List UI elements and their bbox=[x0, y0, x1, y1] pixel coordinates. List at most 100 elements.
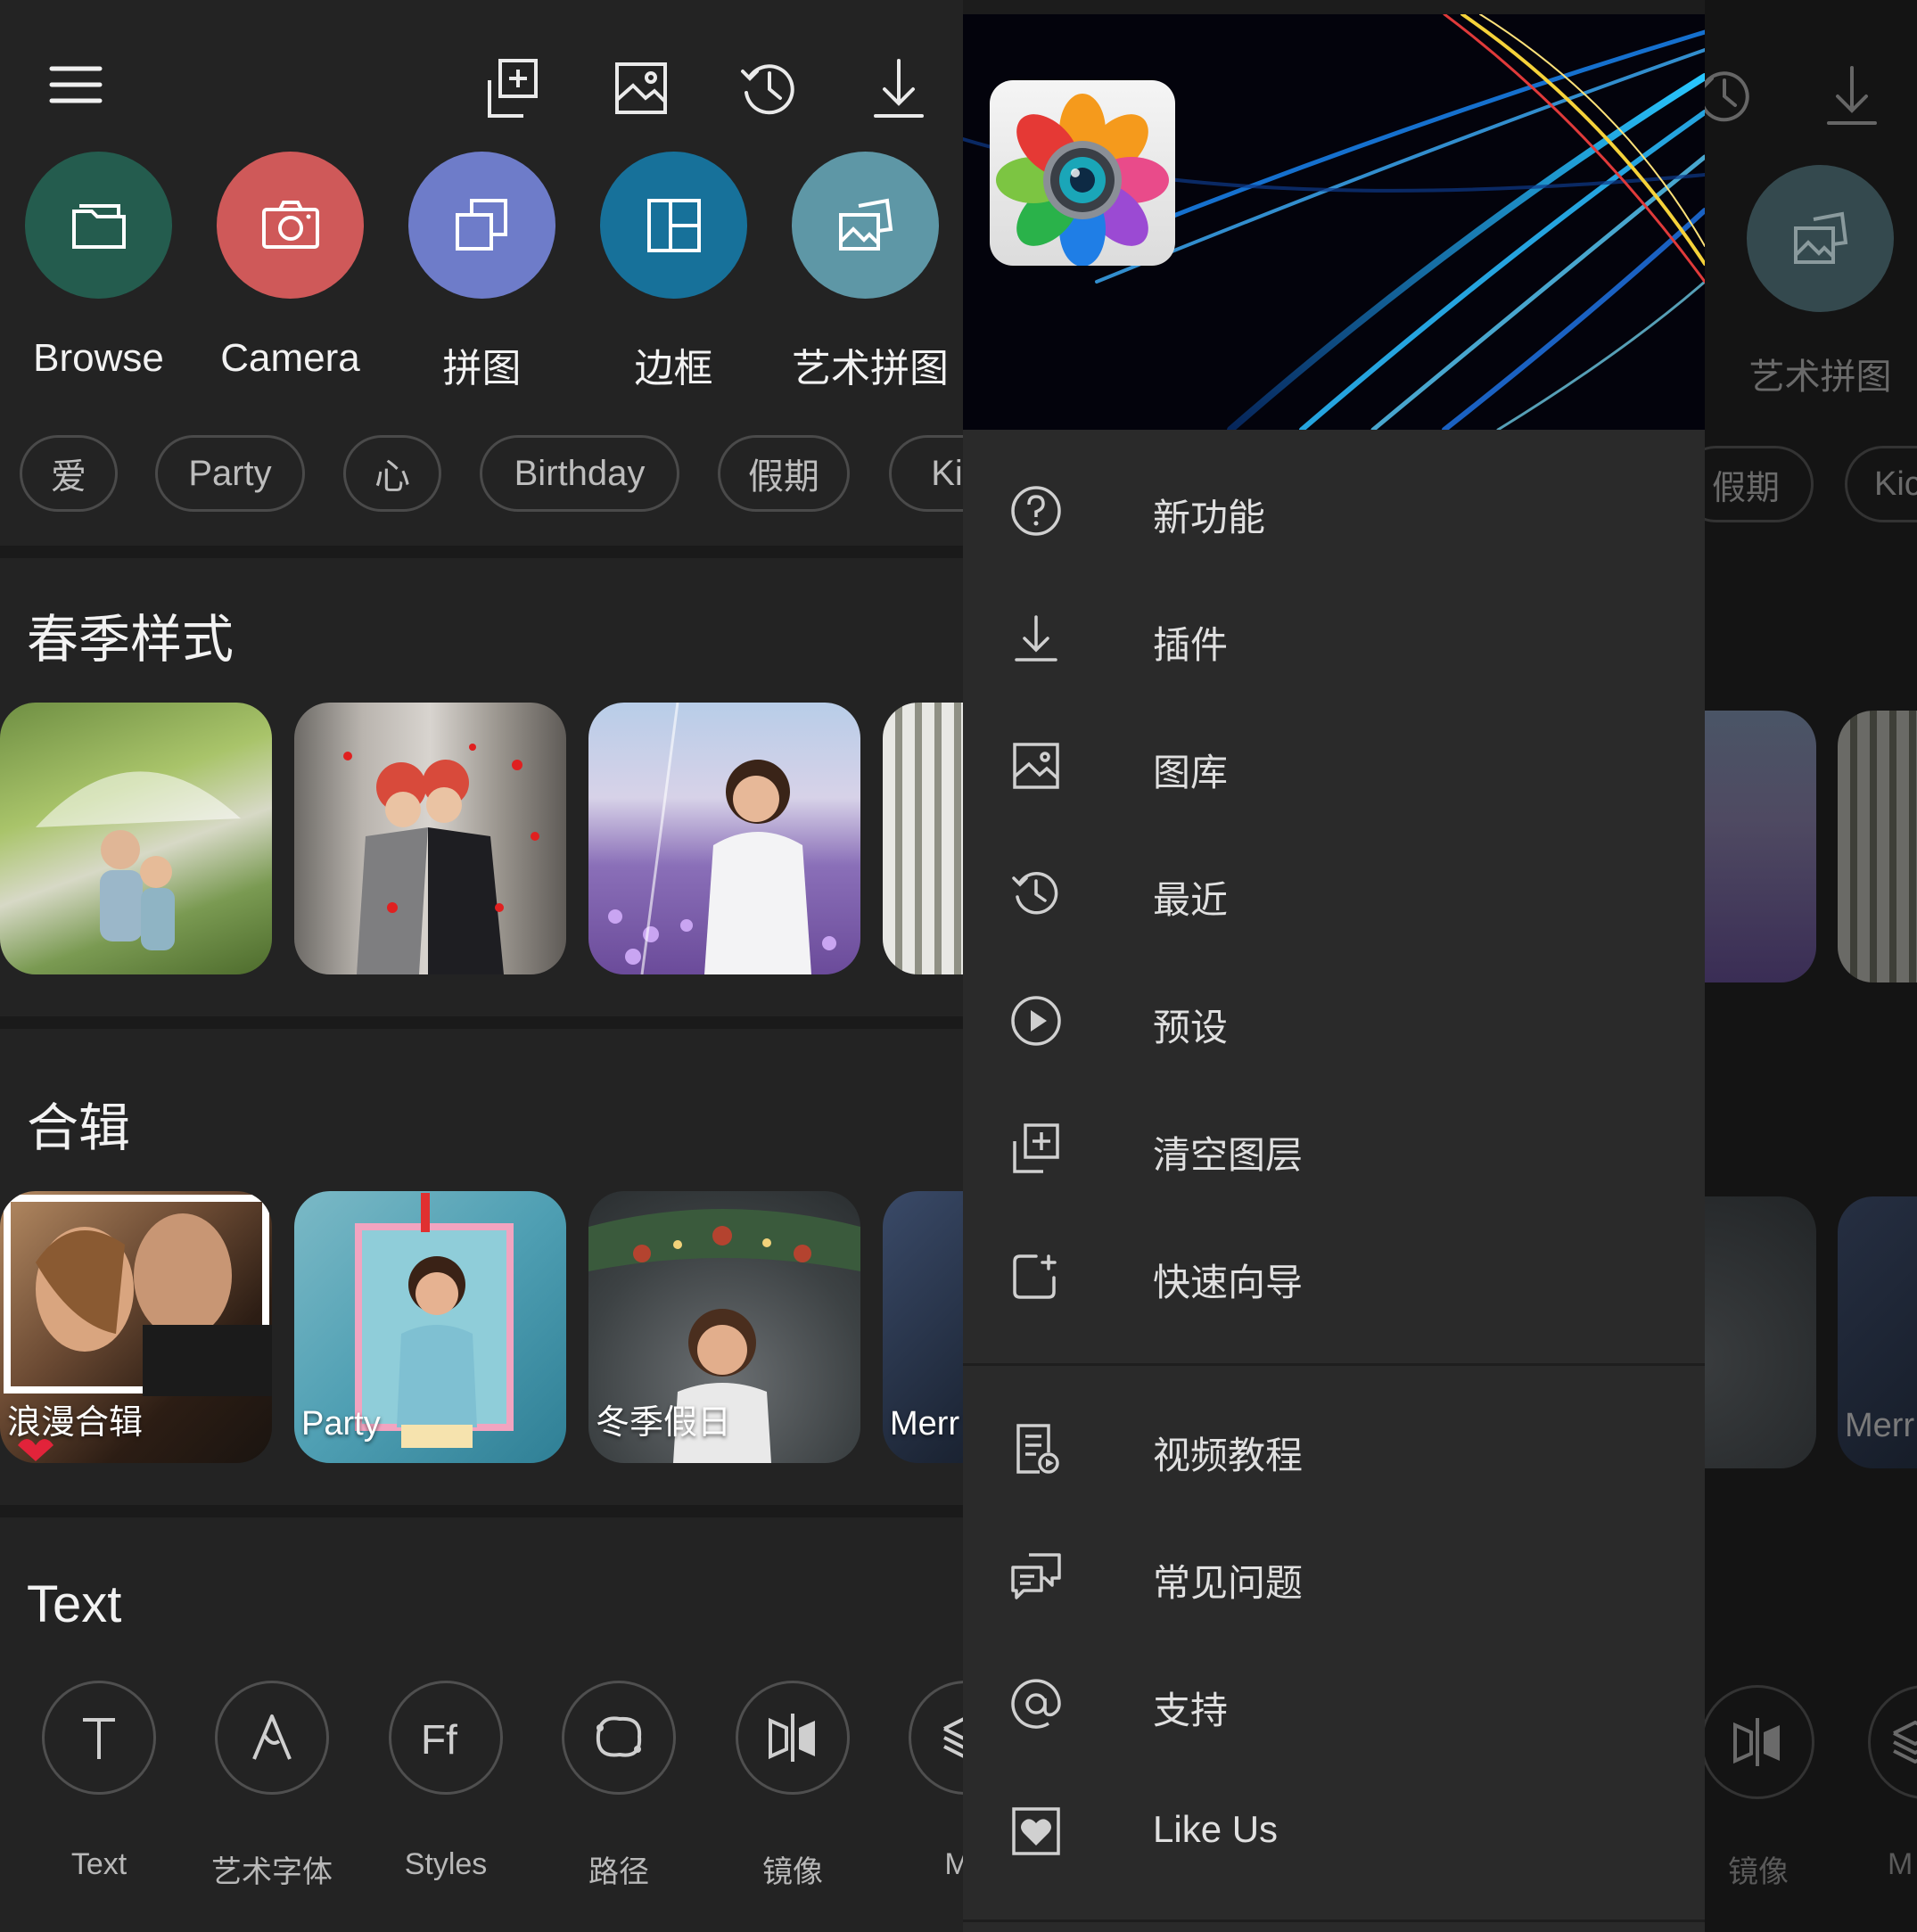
menu-item-label: 图库 bbox=[1153, 752, 1229, 793]
feature-collage[interactable]: 拼图 bbox=[408, 152, 555, 393]
art-collage-icon bbox=[1747, 165, 1894, 312]
hamburger-menu-icon[interactable] bbox=[45, 53, 107, 116]
text-tool-label: 艺术字体 bbox=[211, 1855, 333, 1889]
section-title-collections: 合辑 bbox=[27, 1099, 131, 1157]
text-tool-label: Styles bbox=[404, 1847, 488, 1881]
chip-kids: Kic bbox=[1845, 446, 1917, 522]
menu-item-support[interactable]: 支持 bbox=[963, 1643, 1705, 1771]
feature-camera[interactable]: Camera bbox=[217, 152, 364, 381]
collection-merry: Merr bbox=[1838, 1196, 1917, 1468]
menu-item-label: 常见问题 bbox=[1153, 1562, 1304, 1604]
menu-item-label: Like Us bbox=[1153, 1808, 1279, 1850]
spring-thumb-2[interactable] bbox=[294, 703, 566, 974]
menu-item-label: 支持 bbox=[1153, 1689, 1229, 1731]
feature-browse[interactable]: Browse bbox=[25, 152, 172, 381]
styles-icon[interactable]: Ff bbox=[389, 1681, 503, 1795]
spring-thumb-3 bbox=[1705, 711, 1816, 982]
collection-caption: 浪漫合辑 bbox=[7, 1404, 144, 1442]
layers-icon bbox=[1868, 1685, 1917, 1799]
app-logo-icon bbox=[990, 80, 1175, 266]
section-title-text: Text bbox=[27, 1575, 122, 1633]
text-tool-label: 镜像 bbox=[1728, 1855, 1789, 1889]
menu-item-label: 插件 bbox=[1153, 624, 1229, 666]
heart-icon bbox=[1009, 1805, 1063, 1858]
camera-icon bbox=[217, 152, 364, 299]
layers-icon[interactable] bbox=[909, 1681, 963, 1795]
collection-caption: Merr bbox=[890, 1405, 960, 1443]
video-tutorial-icon bbox=[1009, 1422, 1063, 1476]
folder-icon bbox=[25, 152, 172, 299]
menu-item-quick-guide[interactable]: 快速向导 bbox=[963, 1215, 1705, 1343]
mirror-icon[interactable] bbox=[736, 1681, 850, 1795]
menu-item-label: 最近 bbox=[1153, 879, 1229, 921]
menu-item-like-us[interactable]: Like Us bbox=[963, 1771, 1705, 1898]
chip-love[interactable]: 爱 bbox=[20, 435, 118, 512]
spring-thumb-1[interactable] bbox=[0, 703, 272, 974]
menu-item-label: 预设 bbox=[1153, 1007, 1229, 1048]
quick-guide-icon bbox=[1009, 1249, 1063, 1303]
drawer-header-image bbox=[963, 14, 1705, 430]
menu-item-label: 新功能 bbox=[1153, 497, 1266, 538]
feature-label: 拼图 bbox=[442, 347, 522, 391]
spring-thumb-4[interactable] bbox=[883, 703, 963, 974]
add-layer-icon[interactable] bbox=[477, 53, 548, 125]
menu-item-video-tutorials[interactable]: 视频教程 bbox=[963, 1388, 1705, 1516]
drawer-divider bbox=[963, 1363, 1705, 1366]
history-icon[interactable] bbox=[734, 53, 805, 125]
history-icon bbox=[1705, 61, 1760, 132]
collection-caption: Party bbox=[301, 1405, 381, 1443]
menu-item-faq[interactable]: 常见问题 bbox=[963, 1516, 1705, 1643]
svg-text:Ff: Ff bbox=[421, 1716, 457, 1763]
collection-party[interactable]: Party bbox=[294, 1191, 566, 1463]
section-divider bbox=[0, 546, 963, 558]
main-screen: Browse Camera 拼图 边框 艺术拼图 爱 Party 心 Birth… bbox=[0, 0, 963, 1932]
path-icon[interactable] bbox=[562, 1681, 676, 1795]
collection-winter-holiday[interactable]: 冬季假日 bbox=[588, 1191, 860, 1463]
collection-merry[interactable]: Merr bbox=[883, 1191, 963, 1463]
spring-thumb-3[interactable] bbox=[588, 703, 860, 974]
chip-party[interactable]: Party bbox=[155, 435, 305, 512]
chat-bubbles-icon bbox=[1009, 1550, 1063, 1603]
feature-frames[interactable]: 边框 bbox=[600, 152, 747, 393]
section-title-spring: 春季样式 bbox=[27, 611, 234, 669]
download-icon[interactable] bbox=[863, 53, 934, 125]
text-tool-icon[interactable] bbox=[42, 1681, 156, 1795]
menu-item-presets[interactable]: 预设 bbox=[963, 960, 1705, 1088]
mirror-icon bbox=[1705, 1685, 1814, 1799]
menu-item-label: 清空图层 bbox=[1153, 1134, 1304, 1176]
download-icon bbox=[1816, 61, 1888, 132]
history-icon bbox=[1009, 867, 1063, 920]
menu-item-plugins[interactable]: 插件 bbox=[963, 578, 1705, 705]
frame-layout-icon bbox=[600, 152, 747, 299]
play-circle-icon bbox=[1009, 994, 1063, 1048]
menu-item-recent[interactable]: 最近 bbox=[963, 833, 1705, 960]
collection-winter-holiday bbox=[1705, 1196, 1816, 1468]
text-tool-label: 镜像 bbox=[762, 1855, 823, 1889]
menu-item-clear-layers[interactable]: 清空图层 bbox=[963, 1088, 1705, 1215]
feature-label: 艺术拼图 bbox=[1748, 358, 1892, 397]
menu-item-whats-new[interactable]: 新功能 bbox=[963, 450, 1705, 578]
chip-heart[interactable]: 心 bbox=[343, 435, 441, 512]
feature-label: 艺术拼图 bbox=[792, 347, 949, 391]
text-tool-label: Ma bbox=[944, 1847, 963, 1881]
menu-item-label: 快速向导 bbox=[1153, 1262, 1304, 1303]
collage-icon bbox=[408, 152, 555, 299]
text-tool-label: Text bbox=[70, 1847, 128, 1881]
chip-holiday[interactable]: 假期 bbox=[718, 435, 850, 512]
chip-birthday[interactable]: Birthday bbox=[480, 435, 679, 512]
spring-thumb-4 bbox=[1838, 711, 1917, 982]
collection-romantic[interactable]: 浪漫合辑 bbox=[0, 1191, 272, 1463]
feature-art-collage[interactable]: 艺术拼图 bbox=[792, 152, 949, 393]
art-font-icon[interactable] bbox=[215, 1681, 329, 1795]
menu-item-label: 视频教程 bbox=[1153, 1435, 1304, 1476]
dimmed-background[interactable]: 艺术拼图 假期 Kic Merr 镜像 M bbox=[1705, 0, 1917, 1932]
chip-kids[interactable]: Kic bbox=[889, 435, 963, 512]
gallery-icon[interactable] bbox=[606, 53, 678, 125]
at-sign-icon bbox=[1009, 1677, 1063, 1731]
text-tool-label: M bbox=[1888, 1847, 1913, 1881]
art-collage-icon bbox=[792, 152, 939, 299]
help-circle-icon bbox=[1009, 484, 1063, 538]
menu-item-gallery[interactable]: 图库 bbox=[963, 705, 1705, 833]
drawer-divider bbox=[963, 1920, 1705, 1922]
text-tool-label: 路径 bbox=[588, 1855, 649, 1889]
